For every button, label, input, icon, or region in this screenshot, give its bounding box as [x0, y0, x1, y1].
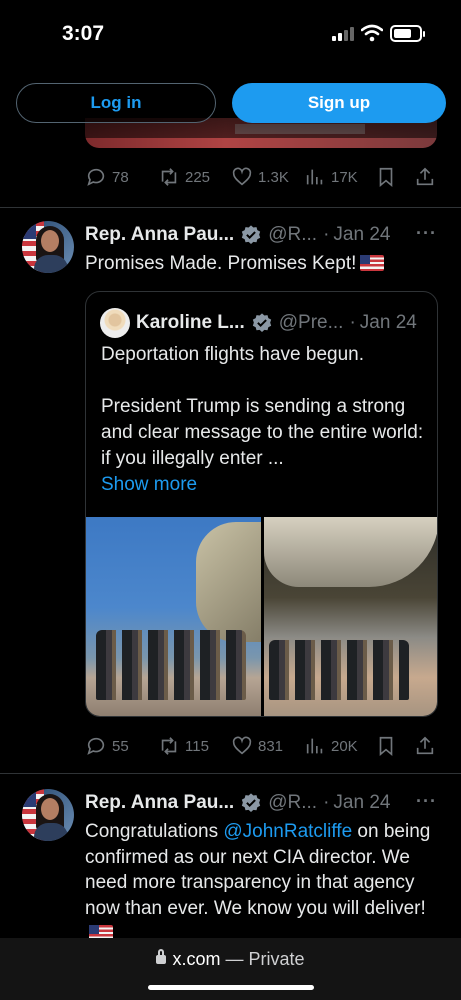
bookmark-icon: [379, 736, 393, 757]
avatar[interactable]: [22, 789, 74, 841]
views-icon: [306, 738, 323, 754]
share-icon: [416, 736, 434, 755]
quoted-tweet-card[interactable]: Karoline L... @Pre... · Jan 24 Deportati…: [85, 291, 438, 717]
like-count: 831: [258, 737, 284, 755]
login-button[interactable]: Log in: [16, 83, 216, 123]
quoted-tweet-text: Deportation flights have begun. Presiden…: [101, 342, 426, 498]
quoted-author-handle[interactable]: @Pre...: [279, 312, 344, 334]
views-count: 20K: [331, 737, 358, 755]
author-name[interactable]: Rep. Anna Pau...: [85, 792, 234, 814]
quoted-image-2[interactable]: [264, 517, 437, 716]
tweet-date[interactable]: Jan 24: [333, 792, 390, 814]
private-mode-label: — Private: [225, 949, 305, 969]
heart-icon: [232, 167, 252, 186]
repost-icon: [161, 168, 177, 186]
battery-icon: [390, 25, 425, 42]
quoted-image-1[interactable]: [86, 517, 261, 716]
separator-dot: ·: [323, 792, 330, 813]
url-display[interactable]: x.com — Private: [0, 949, 461, 970]
repost-count: 225: [185, 168, 211, 186]
tweet-body-start: Congratulations: [85, 821, 224, 842]
quoted-text-line-2: President Trump is sending a strong and …: [101, 396, 424, 469]
reply-icon: [87, 737, 105, 755]
wifi-icon: [361, 24, 383, 42]
more-icon[interactable]: ···: [416, 224, 438, 246]
battery-level: [394, 29, 411, 38]
quoted-text-line-1: Deportation flights have begun.: [101, 344, 365, 365]
author-handle[interactable]: @R...: [268, 792, 317, 814]
bookmark-button[interactable]: [375, 165, 397, 189]
avatar[interactable]: [22, 221, 74, 273]
cellular-signal-icon: [332, 27, 354, 41]
share-button[interactable]: [414, 734, 436, 758]
tweet-actions: 55 115 831 20K: [85, 734, 440, 758]
bookmark-button[interactable]: [375, 734, 397, 758]
repost-button[interactable]: 225: [158, 165, 210, 189]
verified-badge-icon: [242, 793, 261, 812]
verified-badge-icon: [252, 313, 271, 332]
like-button[interactable]: 831: [231, 734, 283, 758]
status-time: 3:07: [62, 22, 105, 45]
home-indicator[interactable]: [148, 985, 314, 990]
quoted-author-name[interactable]: Karoline L...: [136, 312, 245, 334]
like-button[interactable]: 1.3K: [231, 165, 289, 189]
reply-icon: [87, 168, 105, 186]
repost-button[interactable]: 115: [158, 734, 209, 758]
repost-icon: [161, 737, 177, 755]
signup-button[interactable]: Sign up: [232, 83, 446, 123]
previous-tweet-actions: 78 225 1.3K 17K: [85, 165, 440, 189]
separator-dot: ·: [349, 312, 356, 333]
lock-icon: [156, 949, 167, 964]
tweet-date[interactable]: Jan 24: [333, 224, 390, 246]
heart-icon: [232, 736, 252, 755]
browser-address-bar[interactable]: x.com — Private: [0, 938, 461, 1000]
tweet-body: Promises Made. Promises Kept!: [85, 253, 357, 274]
quoted-tweet-header: Karoline L... @Pre... · Jan 24: [136, 310, 417, 336]
domain: x.com: [172, 949, 221, 969]
tweet-text: Congratulations @JohnRatcliffe on being …: [85, 819, 440, 939]
share-icon: [416, 167, 434, 186]
reply-count: 78: [112, 168, 129, 186]
status-bar: 3:07: [0, 0, 461, 70]
views-count: 17K: [331, 168, 358, 186]
verified-badge-icon: [242, 225, 261, 244]
tweet-divider: [0, 207, 461, 208]
quoted-tweet-date[interactable]: Jan 24: [360, 312, 417, 334]
tweet-divider: [0, 773, 461, 774]
reply-button[interactable]: 55: [85, 734, 129, 758]
more-icon[interactable]: ···: [416, 792, 438, 814]
reply-count: 55: [112, 737, 129, 755]
like-count: 1.3K: [258, 168, 289, 186]
show-more-link[interactable]: Show more: [101, 472, 426, 498]
us-flag-emoji: [89, 925, 113, 939]
repost-count: 115: [185, 737, 209, 755]
views-button[interactable]: 20K: [304, 734, 358, 758]
mention-link[interactable]: @JohnRatcliffe: [223, 821, 352, 842]
quoted-avatar[interactable]: [100, 308, 130, 338]
share-button[interactable]: [414, 165, 436, 189]
us-flag-emoji: [360, 255, 385, 271]
tweet-text: Promises Made. Promises Kept!: [85, 251, 440, 277]
author-handle[interactable]: @R...: [268, 224, 317, 246]
bookmark-icon: [379, 167, 393, 188]
author-name[interactable]: Rep. Anna Pau...: [85, 224, 234, 246]
separator-dot: ·: [323, 224, 330, 245]
reply-button[interactable]: 78: [85, 165, 129, 189]
tweet-header: Rep. Anna Pau... @R... · Jan 24: [85, 790, 390, 816]
views-button[interactable]: 17K: [304, 165, 358, 189]
tweet-header: Rep. Anna Pau... @R... · Jan 24: [85, 222, 390, 248]
views-icon: [306, 169, 323, 185]
